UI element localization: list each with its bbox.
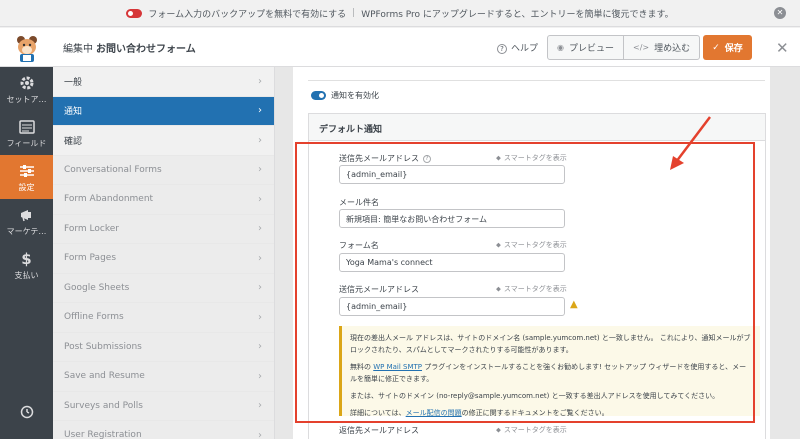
tag-icon: ⬥ <box>496 426 501 434</box>
question-icon: ? <box>497 44 507 54</box>
subnav-item-form-locker[interactable]: Form Locker › <box>53 214 274 244</box>
toggle-switch[interactable] <box>311 91 326 100</box>
check-icon: ✓ <box>712 42 720 53</box>
form-name: お問い合わせフォーム <box>96 44 196 55</box>
panel-payments[interactable]: $ 支払い <box>0 243 53 287</box>
subnav-item-label: Post Submissions <box>64 341 142 352</box>
editing-prefix: 編集中 <box>63 44 93 55</box>
subnav-item-label: 一般 <box>64 77 83 88</box>
close-icon[interactable]: ✕ <box>774 7 786 19</box>
panel-settings[interactable]: 設定 <box>0 155 53 199</box>
chevron-right-icon: › <box>258 164 262 176</box>
embed-button[interactable]: </> 埋め込む <box>623 36 699 59</box>
chevron-right-icon: › <box>258 400 262 412</box>
sliders-icon <box>19 165 34 177</box>
chevron-right-icon: › <box>258 223 262 235</box>
panel-fields-label: フィールド <box>6 139 47 148</box>
subnav-item-label: Conversational Forms <box>64 164 162 175</box>
chevron-right-icon: › <box>258 105 262 117</box>
chevron-right-icon: › <box>258 429 262 439</box>
subnav-item-user-registration[interactable]: User Registration › <box>53 421 274 439</box>
subnav-item-label: Form Abandonment <box>64 194 154 205</box>
subnav-item-label: Offline Forms <box>64 312 124 323</box>
subnav-item-general[interactable]: 一般 › <box>53 67 274 97</box>
chevron-right-icon: › <box>258 134 262 146</box>
chevron-right-icon: › <box>258 282 262 294</box>
backup-toggle-label[interactable]: フォーム入力のバックアップを無料で有効にする <box>148 7 346 20</box>
subnav-item-confirmations[interactable]: 確認 › <box>53 126 274 156</box>
section-title: デフォルト通知 <box>309 114 765 141</box>
panel-settings-label: 設定 <box>18 183 35 192</box>
dollar-icon: $ <box>21 250 32 268</box>
chevron-right-icon: › <box>258 311 262 323</box>
subnav-item-save-and-resume[interactable]: Save and Resume › <box>53 362 274 392</box>
help-label: ヘルプ <box>511 44 539 54</box>
revisions-button[interactable] <box>0 397 53 427</box>
subnav-item-conversational-forms[interactable]: Conversational Forms › <box>53 155 274 185</box>
panel-fields[interactable]: フィールド <box>0 111 53 155</box>
backup-notice-bar: フォーム入力のバックアップを無料で有効にする | WPForms Pro にアッ… <box>0 0 800 27</box>
subnav-item-label: User Registration <box>64 430 142 439</box>
chevron-right-icon: › <box>258 252 262 264</box>
save-label: 保存 <box>724 44 743 54</box>
panel-setup-label: セットア… <box>6 95 47 104</box>
chevron-right-icon: › <box>258 341 262 353</box>
wpforms-logo <box>0 28 53 67</box>
subnav-item-label: Google Sheets <box>64 282 130 293</box>
panel-marketing[interactable]: マーケテ… <box>0 199 53 243</box>
save-button[interactable]: ✓ 保存 <box>703 35 752 60</box>
subnav-item-post-submissions[interactable]: Post Submissions › <box>53 332 274 362</box>
enable-notifications-label: 通知を有効化 <box>331 91 379 100</box>
code-icon: </> <box>633 43 650 52</box>
subnav-item-label: Save and Resume <box>64 371 145 382</box>
smart-tag-label: スマートタグを表示 <box>503 426 567 434</box>
reply-to-email-label: 返信先メールアドレス <box>339 426 419 435</box>
chevron-right-icon: › <box>258 75 262 87</box>
chevron-right-icon: › <box>258 193 262 205</box>
annotation-highlight-box <box>295 142 755 423</box>
enable-notifications-toggle[interactable]: 通知を有効化 <box>311 90 379 101</box>
gear-icon <box>20 76 33 90</box>
exit-builder-icon[interactable]: ✕ <box>776 39 789 57</box>
subnav-item-notifications[interactable]: 通知 › <box>53 96 274 126</box>
panel-setup[interactable]: セットア… <box>0 67 53 111</box>
fields-icon <box>18 120 35 134</box>
preview-button[interactable]: ◉ プレビュー <box>548 36 623 59</box>
page-title: 編集中 お問い合わせフォーム <box>63 40 196 55</box>
subnav-item-form-pages[interactable]: Form Pages › <box>53 244 274 274</box>
history-icon <box>20 405 33 419</box>
upgrade-text: WPForms Pro にアップグレードすると、エントリーを簡単に復元できます。 <box>361 9 674 20</box>
builder-header: 編集中 お問い合わせフォーム ? ヘルプ ◉ プレビュー </> 埋め込む ✓ 保存 ✕ <box>0 28 800 67</box>
preview-embed-group: ◉ プレビュー </> 埋め込む <box>547 35 701 60</box>
eye-icon: ◉ <box>557 43 564 52</box>
preview-label: プレビュー <box>568 44 614 54</box>
subnav-item-label: 確認 <box>64 136 83 147</box>
divider <box>308 80 765 81</box>
subnav-item-offline-forms[interactable]: Offline Forms › <box>53 303 274 333</box>
subnav-item-google-sheets[interactable]: Google Sheets › <box>53 273 274 303</box>
builder-panel-sidebar: セットア… フィールド 設定 マーケテ… $ 支払い <box>0 67 53 439</box>
subnav-item-label: 通知 <box>64 107 83 118</box>
panel-marketing-label: マーケテ… <box>6 227 47 236</box>
subnav-item-label: Form Pages <box>64 253 117 264</box>
help-link[interactable]: ? ヘルプ <box>497 41 538 54</box>
subnav-item-label: Form Locker <box>64 223 119 234</box>
backup-toggle[interactable] <box>126 8 143 18</box>
subnav-item-surveys-and-polls[interactable]: Surveys and Polls › <box>53 391 274 421</box>
embed-label: 埋め込む <box>654 44 691 54</box>
panel-payments-label: 支払い <box>14 271 39 280</box>
subnav-item-form-abandonment[interactable]: Form Abandonment › <box>53 185 274 215</box>
chevron-right-icon: › <box>258 370 262 382</box>
megaphone-icon <box>20 210 31 222</box>
settings-subnav: 一般 › 通知 › 確認 › Conversational Forms › Form A… <box>53 67 275 439</box>
subnav-item-label: Surveys and Polls <box>64 400 143 411</box>
show-smart-tags-link[interactable]: ⬥ スマートタグを表示 <box>496 425 567 435</box>
notice-separator: | <box>352 8 356 18</box>
